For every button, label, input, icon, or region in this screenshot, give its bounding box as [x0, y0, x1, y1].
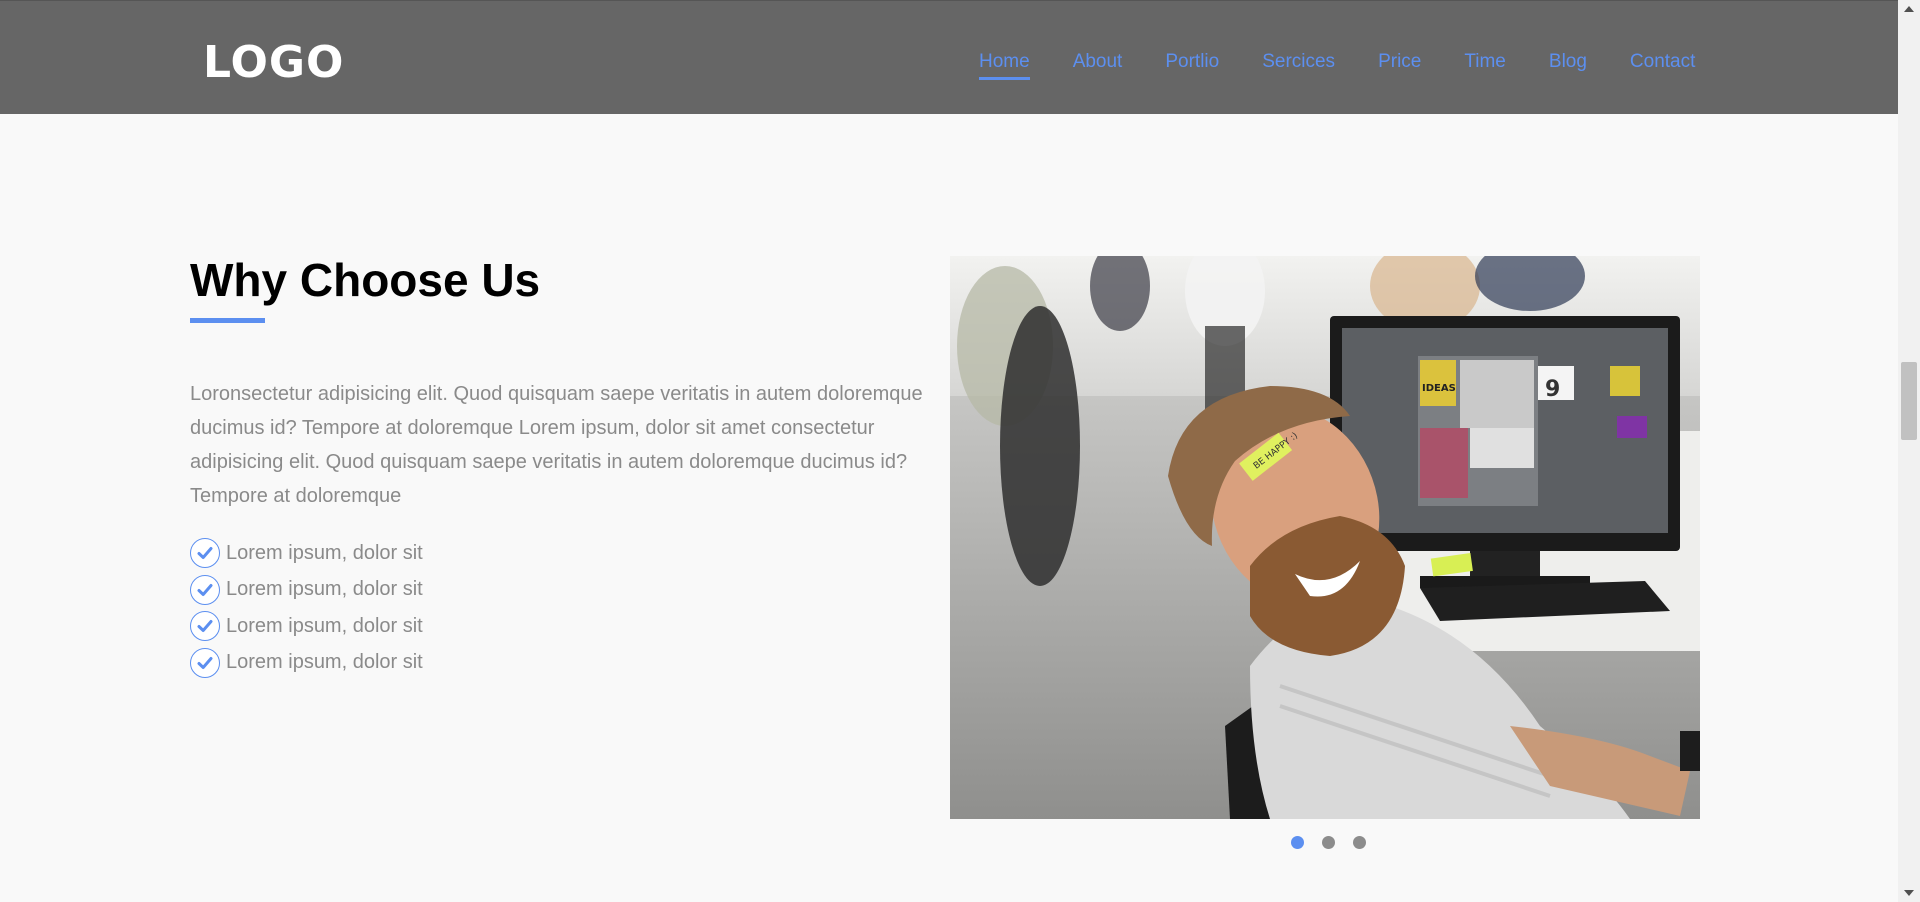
- nav-blog[interactable]: Blog: [1549, 51, 1587, 77]
- nav-portfolio[interactable]: Portlio: [1165, 51, 1219, 77]
- nav-services[interactable]: Sercices: [1262, 51, 1335, 77]
- carousel-dot[interactable]: [1353, 836, 1366, 849]
- check-circle-icon: [190, 574, 220, 605]
- nav-price[interactable]: Price: [1378, 51, 1421, 77]
- check-circle-icon: [190, 538, 220, 569]
- carousel-dot[interactable]: [1322, 836, 1335, 849]
- carousel-dot[interactable]: [1291, 836, 1304, 849]
- list-item: Lorem ipsum, dolor sit: [190, 572, 423, 609]
- nav-home[interactable]: Home: [979, 51, 1030, 80]
- feature-list: Lorem ipsum, dolor sit Lorem ipsum, dolo…: [190, 535, 423, 681]
- list-item-label: Lorem ipsum, dolor sit: [226, 614, 423, 637]
- list-item-label: Lorem ipsum, dolor sit: [226, 541, 423, 564]
- title-underline: [190, 318, 265, 323]
- nav-about[interactable]: About: [1073, 51, 1123, 77]
- nav-time[interactable]: Time: [1464, 51, 1506, 77]
- screen-text: IDEAS: [1422, 383, 1456, 394]
- list-item: Lorem ipsum, dolor sit: [190, 535, 423, 572]
- site-header: LOGO Home About Portlio Sercices Price T…: [0, 0, 1898, 114]
- caret-down-icon[interactable]: [1898, 884, 1920, 902]
- list-item-label: Lorem ipsum, dolor sit: [226, 651, 423, 674]
- carousel-dots: [1291, 836, 1384, 849]
- section-title: Why Choose Us: [190, 254, 541, 306]
- check-circle-icon: [190, 611, 220, 642]
- screen-number: 9: [1545, 377, 1560, 402]
- logo[interactable]: LOGO: [203, 37, 344, 88]
- office-photo: BE HAPPY :) IDEAS 9: [950, 256, 1700, 819]
- section-paragraph: Loronsectetur adipisicing elit. Quod qui…: [190, 383, 923, 507]
- list-item: Lorem ipsum, dolor sit: [190, 608, 423, 645]
- caret-up-icon[interactable]: [1898, 0, 1920, 18]
- scroll-thumb[interactable]: [1901, 362, 1917, 440]
- list-item-label: Lorem ipsum, dolor sit: [226, 578, 423, 601]
- list-item: Lorem ipsum, dolor sit: [190, 645, 423, 682]
- check-circle-icon: [190, 647, 220, 678]
- page-scrollbar[interactable]: [1898, 0, 1920, 902]
- main-nav: Home About Portlio Sercices Price Time B…: [979, 51, 1738, 80]
- nav-contact[interactable]: Contact: [1630, 51, 1695, 77]
